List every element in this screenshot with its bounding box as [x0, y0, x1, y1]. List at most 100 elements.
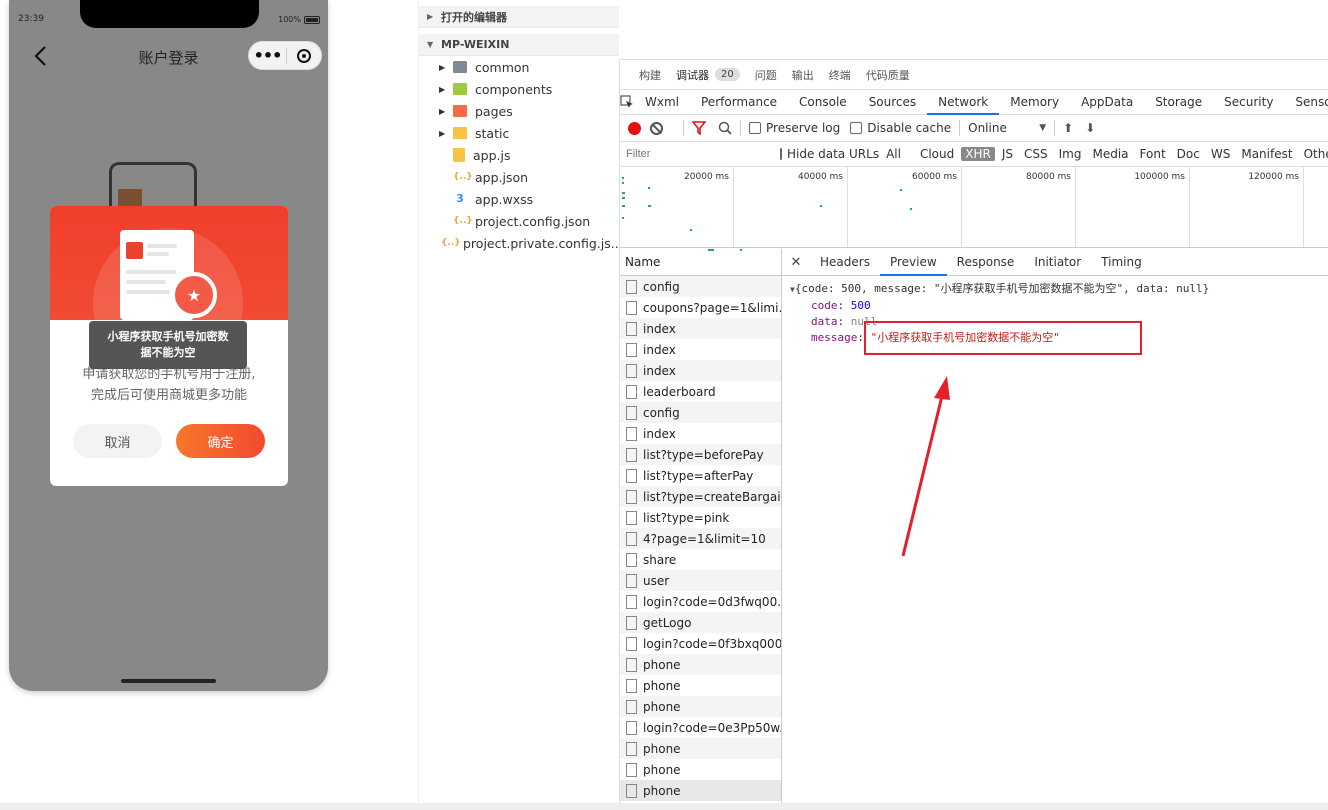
file-icon	[626, 657, 637, 672]
open-editors-section[interactable]: ▶ 打开的编辑器	[419, 6, 619, 28]
request-row[interactable]: list?type=createBargain	[620, 486, 781, 507]
top-tab[interactable]: 代码质量	[866, 67, 910, 83]
panel-tab[interactable]: Network	[927, 90, 1000, 115]
request-row[interactable]: login?code=0d3fwq00...	[620, 591, 781, 612]
top-tab[interactable]: 问题	[755, 67, 777, 83]
clear-icon[interactable]	[650, 121, 663, 135]
close-icon[interactable]: ✕	[782, 255, 810, 270]
panel-tab[interactable]: Performance	[690, 90, 788, 115]
project-section[interactable]: ▼ MP-WEIXIN	[419, 34, 619, 56]
detail-tab[interactable]: Preview	[879, 249, 947, 276]
file-item[interactable]: {..} app.json	[419, 166, 619, 188]
filter-type[interactable]: XHR	[961, 147, 995, 161]
folder-item[interactable]: ▶ common	[419, 56, 619, 78]
filter-type[interactable]: WS	[1207, 147, 1234, 161]
request-row[interactable]: index	[620, 360, 781, 381]
filter-funnel-icon[interactable]	[692, 121, 706, 135]
filter-type[interactable]: JS	[998, 147, 1017, 161]
request-row[interactable]: coupons?page=1&limi...	[620, 297, 781, 318]
request-row[interactable]: phone	[620, 738, 781, 759]
filter-type[interactable]: Cloud	[916, 147, 958, 161]
close-capsule-button[interactable]	[287, 48, 321, 63]
request-row[interactable]: list?type=beforePay	[620, 444, 781, 465]
request-row[interactable]: phone	[620, 654, 781, 675]
search-icon[interactable]	[718, 121, 732, 135]
file-item[interactable]: {..} project.private.config.js...	[419, 232, 623, 254]
detail-tab[interactable]: Timing	[1091, 249, 1152, 276]
filter-type[interactable]: Media	[1088, 147, 1132, 161]
top-tab[interactable]: 构建	[639, 67, 661, 83]
request-row[interactable]: login?code=0e3Pp50w...	[620, 717, 781, 738]
request-name: login?code=0f3bxq000...	[643, 636, 781, 651]
folder-item[interactable]: ▶ static	[419, 122, 619, 144]
throttle-select[interactable]: Online ▼	[968, 121, 1046, 135]
cancel-button[interactable]: 取消	[73, 424, 162, 458]
preserve-log-checkbox[interactable]	[749, 122, 761, 134]
devtools-panel-tabs: Wxml Performance Console Sources Network Memo…	[620, 90, 1328, 115]
filter-type[interactable]: CSS	[1020, 147, 1052, 161]
debugger-count-badge: 20	[715, 68, 740, 81]
file-item[interactable]: {..} project.config.json	[419, 210, 619, 232]
filter-type[interactable]: Doc	[1173, 147, 1204, 161]
file-item[interactable]: app.js	[419, 144, 619, 166]
panel-tab[interactable]: Storage	[1144, 90, 1213, 115]
top-tab[interactable]: 输出	[792, 67, 814, 83]
request-row[interactable]: share	[620, 549, 781, 570]
request-row[interactable]: index	[620, 423, 781, 444]
confirm-button[interactable]: 确定	[176, 424, 265, 458]
file-item[interactable]: 3 app.wxss	[419, 188, 619, 210]
name-column-header[interactable]: Name	[620, 249, 781, 276]
record-icon[interactable]	[628, 121, 641, 135]
desc-line-2: 完成后可使用商城更多功能	[90, 388, 247, 403]
panel-tab[interactable]: Security	[1213, 90, 1284, 115]
panel-tab[interactable]: Wxml	[634, 90, 690, 115]
request-row[interactable]: login?code=0f3bxq000...	[620, 633, 781, 654]
more-menu-icon[interactable]: •••	[249, 46, 286, 65]
export-har-icon[interactable]: ⬇	[1085, 121, 1095, 135]
filter-type[interactable]: Font	[1136, 147, 1170, 161]
request-name: list?type=pink	[643, 510, 730, 525]
disable-cache-checkbox[interactable]	[850, 122, 863, 134]
import-har-icon[interactable]: ⬆	[1063, 121, 1073, 135]
filter-type[interactable]: Other	[1300, 147, 1328, 161]
request-row[interactable]: getLogo	[620, 612, 781, 633]
folder-item[interactable]: ▶ pages	[419, 100, 619, 122]
request-row[interactable]: user	[620, 570, 781, 591]
top-tab[interactable]: 调试器 20	[676, 67, 740, 83]
hide-data-urls-checkbox[interactable]	[780, 148, 782, 160]
element-select-icon[interactable]	[620, 95, 634, 109]
panel-tab[interactable]: Memory	[999, 90, 1070, 115]
request-row[interactable]: config	[620, 402, 781, 423]
background-image-block	[118, 189, 142, 207]
request-row[interactable]: phone	[620, 759, 781, 780]
file-icon	[626, 552, 637, 567]
panel-tab[interactable]: Sources	[858, 90, 927, 115]
json-code-line: code: 500	[811, 299, 871, 312]
request-row[interactable]: phone	[620, 675, 781, 696]
filter-type[interactable]: Manifest	[1237, 147, 1296, 161]
toast-line-2: 据不能为空	[140, 346, 196, 359]
detail-tab[interactable]: Initiator	[1024, 249, 1091, 276]
request-name: leaderboard	[643, 384, 716, 399]
request-row[interactable]: phone	[620, 696, 781, 717]
request-row[interactable]: index	[620, 318, 781, 339]
annotation-arrow-icon	[901, 376, 950, 557]
filter-type[interactable]: All	[882, 147, 905, 161]
filter-input[interactable]	[622, 144, 768, 164]
request-row[interactable]: leaderboard	[620, 381, 781, 402]
panel-tab[interactable]: AppData	[1070, 90, 1144, 115]
request-row[interactable]: config	[620, 276, 781, 297]
top-tab[interactable]: 终端	[829, 67, 851, 83]
request-row[interactable]: index	[620, 339, 781, 360]
folder-item[interactable]: ▶ components	[419, 78, 619, 100]
detail-tab[interactable]: Headers	[810, 249, 880, 276]
request-row[interactable]: list?type=afterPay	[620, 465, 781, 486]
request-row[interactable]: phone	[620, 780, 781, 801]
panel-tab[interactable]: Sensor	[1284, 90, 1328, 115]
request-row[interactable]: list?type=pink	[620, 507, 781, 528]
panel-tab[interactable]: Console	[788, 90, 858, 115]
detail-tab[interactable]: Response	[947, 249, 1025, 276]
json-summary-line[interactable]: ▼{code: 500, message: "小程序获取手机号加密数据不能为空"…	[790, 281, 1328, 298]
filter-type[interactable]: Img	[1055, 147, 1086, 161]
request-row[interactable]: 4?page=1&limit=10	[620, 528, 781, 549]
